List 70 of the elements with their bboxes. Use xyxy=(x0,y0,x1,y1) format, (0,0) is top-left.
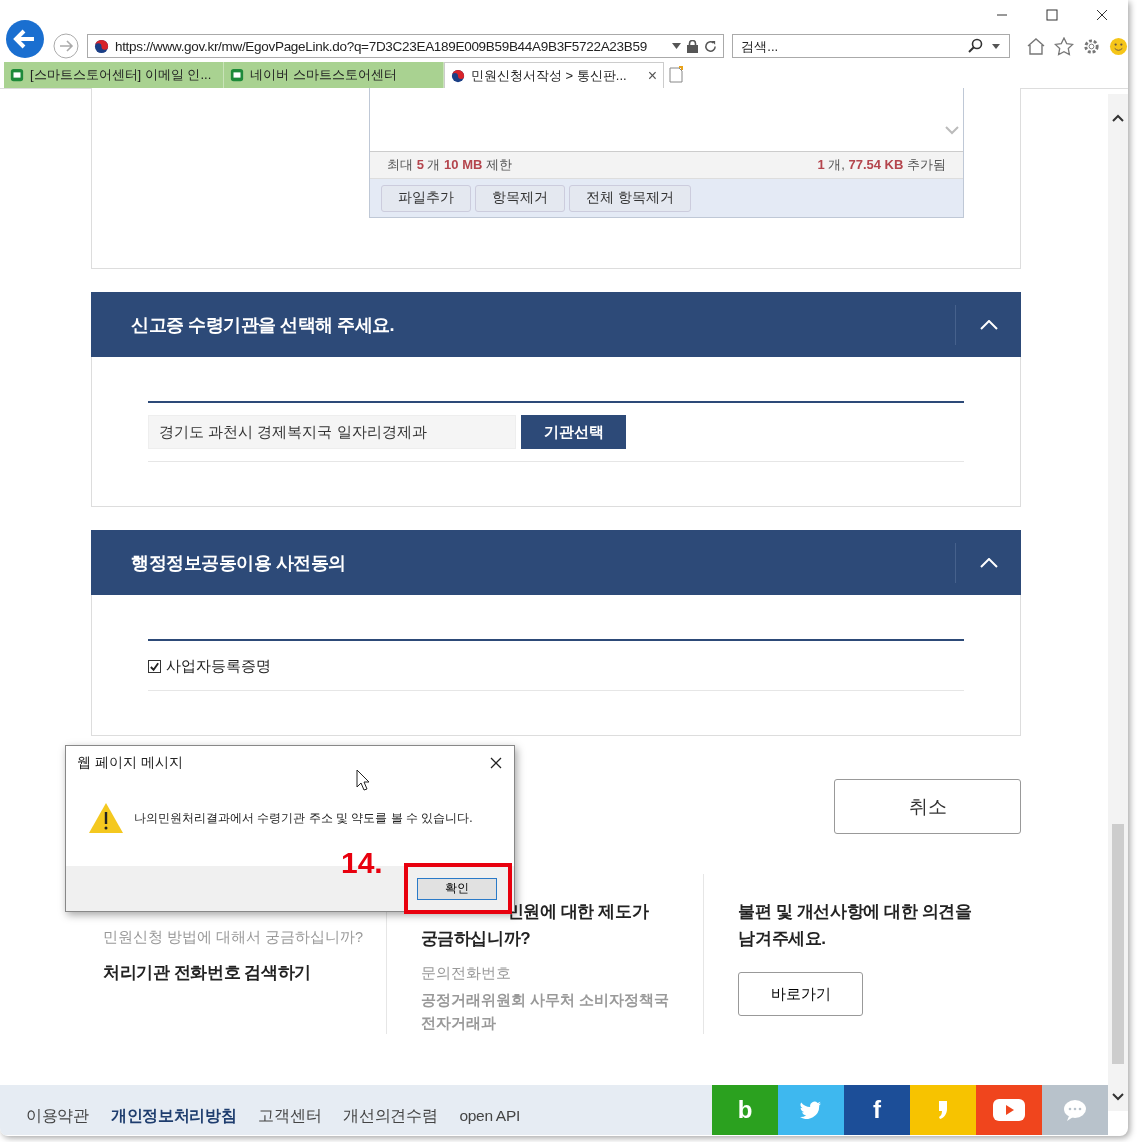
new-tab-icon[interactable] xyxy=(668,66,684,84)
close-icon[interactable] xyxy=(1096,9,1108,21)
question-text: 민원신청 방법에 대해서 궁금하십니까? xyxy=(103,928,364,947)
browser-tab[interactable]: 네이버 스마트스토어센터 xyxy=(224,62,444,88)
dialog-message: 나의민원처리결과에서 수령기관 주소 및 약도를 볼 수 있습니다. xyxy=(134,809,473,827)
play-icon xyxy=(993,1099,1025,1121)
back-icon[interactable] xyxy=(5,19,45,59)
scroll-down-icon[interactable] xyxy=(1112,1093,1124,1101)
chevron-up-icon xyxy=(979,557,998,568)
twitter-button[interactable] xyxy=(778,1085,844,1135)
file-limit-text: 최대 5 개 10 MB 제한 xyxy=(387,156,512,174)
refresh-icon[interactable] xyxy=(704,39,718,53)
footer-link[interactable]: 이용약관 xyxy=(26,1105,89,1127)
scroll-thumb[interactable] xyxy=(1112,824,1124,1064)
speech-bubble-icon xyxy=(1063,1099,1087,1121)
lock-icon xyxy=(687,39,699,53)
footer-link[interactable]: 개선의견수렴 xyxy=(343,1105,438,1127)
youtube-button[interactable] xyxy=(976,1085,1042,1135)
feedback-heading: 불편 및 개선사항에 대한 의견을 남겨주세요. xyxy=(738,901,973,950)
info-heading: 궁금하십니까? xyxy=(420,928,531,950)
tab-close-button[interactable]: × xyxy=(647,66,657,85)
agency-field[interactable]: 경기도 과천시 경제복지국 일자리경제과 xyxy=(148,415,516,449)
star-icon[interactable] xyxy=(1054,36,1075,56)
settings-icon[interactable] xyxy=(1082,36,1102,56)
caret-icon[interactable] xyxy=(992,44,1001,49)
contact-text: 공정거래위원회 사무처 소비자정책국 전자거래과 xyxy=(420,991,670,1033)
caret-icon[interactable] xyxy=(672,43,682,49)
footer-link[interactable]: open API xyxy=(459,1107,520,1125)
site-icon xyxy=(93,38,109,54)
search-icon[interactable] xyxy=(968,38,985,54)
dialog-title: 웹 페이지 메시지 xyxy=(77,754,183,772)
shortcut-button[interactable]: 바로가기 xyxy=(738,972,864,1016)
site-icon xyxy=(230,68,244,82)
home-icon[interactable] xyxy=(1026,37,1047,55)
file-added-text: 1 개, 77.54 KB 추가됨 xyxy=(817,156,946,174)
scrollbar[interactable] xyxy=(1108,94,1128,1111)
maximize-icon[interactable] xyxy=(1046,9,1058,21)
checkbox[interactable] xyxy=(148,660,161,673)
bird-icon xyxy=(800,1101,822,1119)
facebook-button[interactable]: f xyxy=(844,1085,910,1135)
search-field[interactable]: 검색... xyxy=(732,34,1011,58)
forward-icon[interactable] xyxy=(52,33,79,59)
site-icon xyxy=(10,68,24,82)
cancel-button[interactable]: 취소 xyxy=(834,779,1021,834)
ok-button[interactable]: 확인 xyxy=(417,877,497,900)
file-button[interactable]: 항목제거 xyxy=(475,184,565,212)
phone-search-link[interactable]: 처리기관 전화번호 검색하기 xyxy=(103,959,311,986)
cursor-icon xyxy=(356,769,370,791)
close-icon[interactable] xyxy=(490,757,502,769)
scroll-up-icon[interactable] xyxy=(1112,114,1124,122)
chevron-down-icon xyxy=(945,126,959,135)
section-title: 행정정보공동이용 사전동의 xyxy=(130,551,347,575)
footer-link[interactable]: 개인정보처리방침 xyxy=(110,1105,237,1127)
browser-tab[interactable]: [스마트스토어센터] 이메일 인... xyxy=(4,62,224,88)
browser-tab[interactable]: 민원신청서작성 > 통신판... × xyxy=(444,62,664,88)
site-icon xyxy=(451,68,465,83)
address-bar[interactable]: https://www.gov.kr/mw/EgovPageLink.do?q=7D3C23EA189E009B59B44A9B3F5722A23B59 xyxy=(86,34,725,58)
select-agency-button[interactable]: 기관선택 xyxy=(521,415,626,449)
footer-link[interactable]: 고객센터 xyxy=(258,1105,322,1127)
file-button[interactable]: 파일추가 xyxy=(381,184,471,212)
comma-icon xyxy=(938,1100,948,1120)
file-button[interactable]: 전체 항목제거 xyxy=(569,184,691,212)
checkbox-label: 사업자등록증명 xyxy=(166,657,271,676)
contact-label: 문의전화번호 xyxy=(420,964,511,983)
chevron-up-icon xyxy=(979,319,998,330)
url-text: https://www.gov.kr/mw/EgovPageLink.do?q=7D3C23EA189E009B59B44A9B3F5722A23B59 xyxy=(114,38,648,54)
smiley-icon[interactable] xyxy=(1109,36,1128,56)
section-title: 신고증 수령기관을 선택해 주세요. xyxy=(130,313,395,337)
step-number: 14. xyxy=(341,846,383,880)
warning-icon xyxy=(88,802,124,834)
